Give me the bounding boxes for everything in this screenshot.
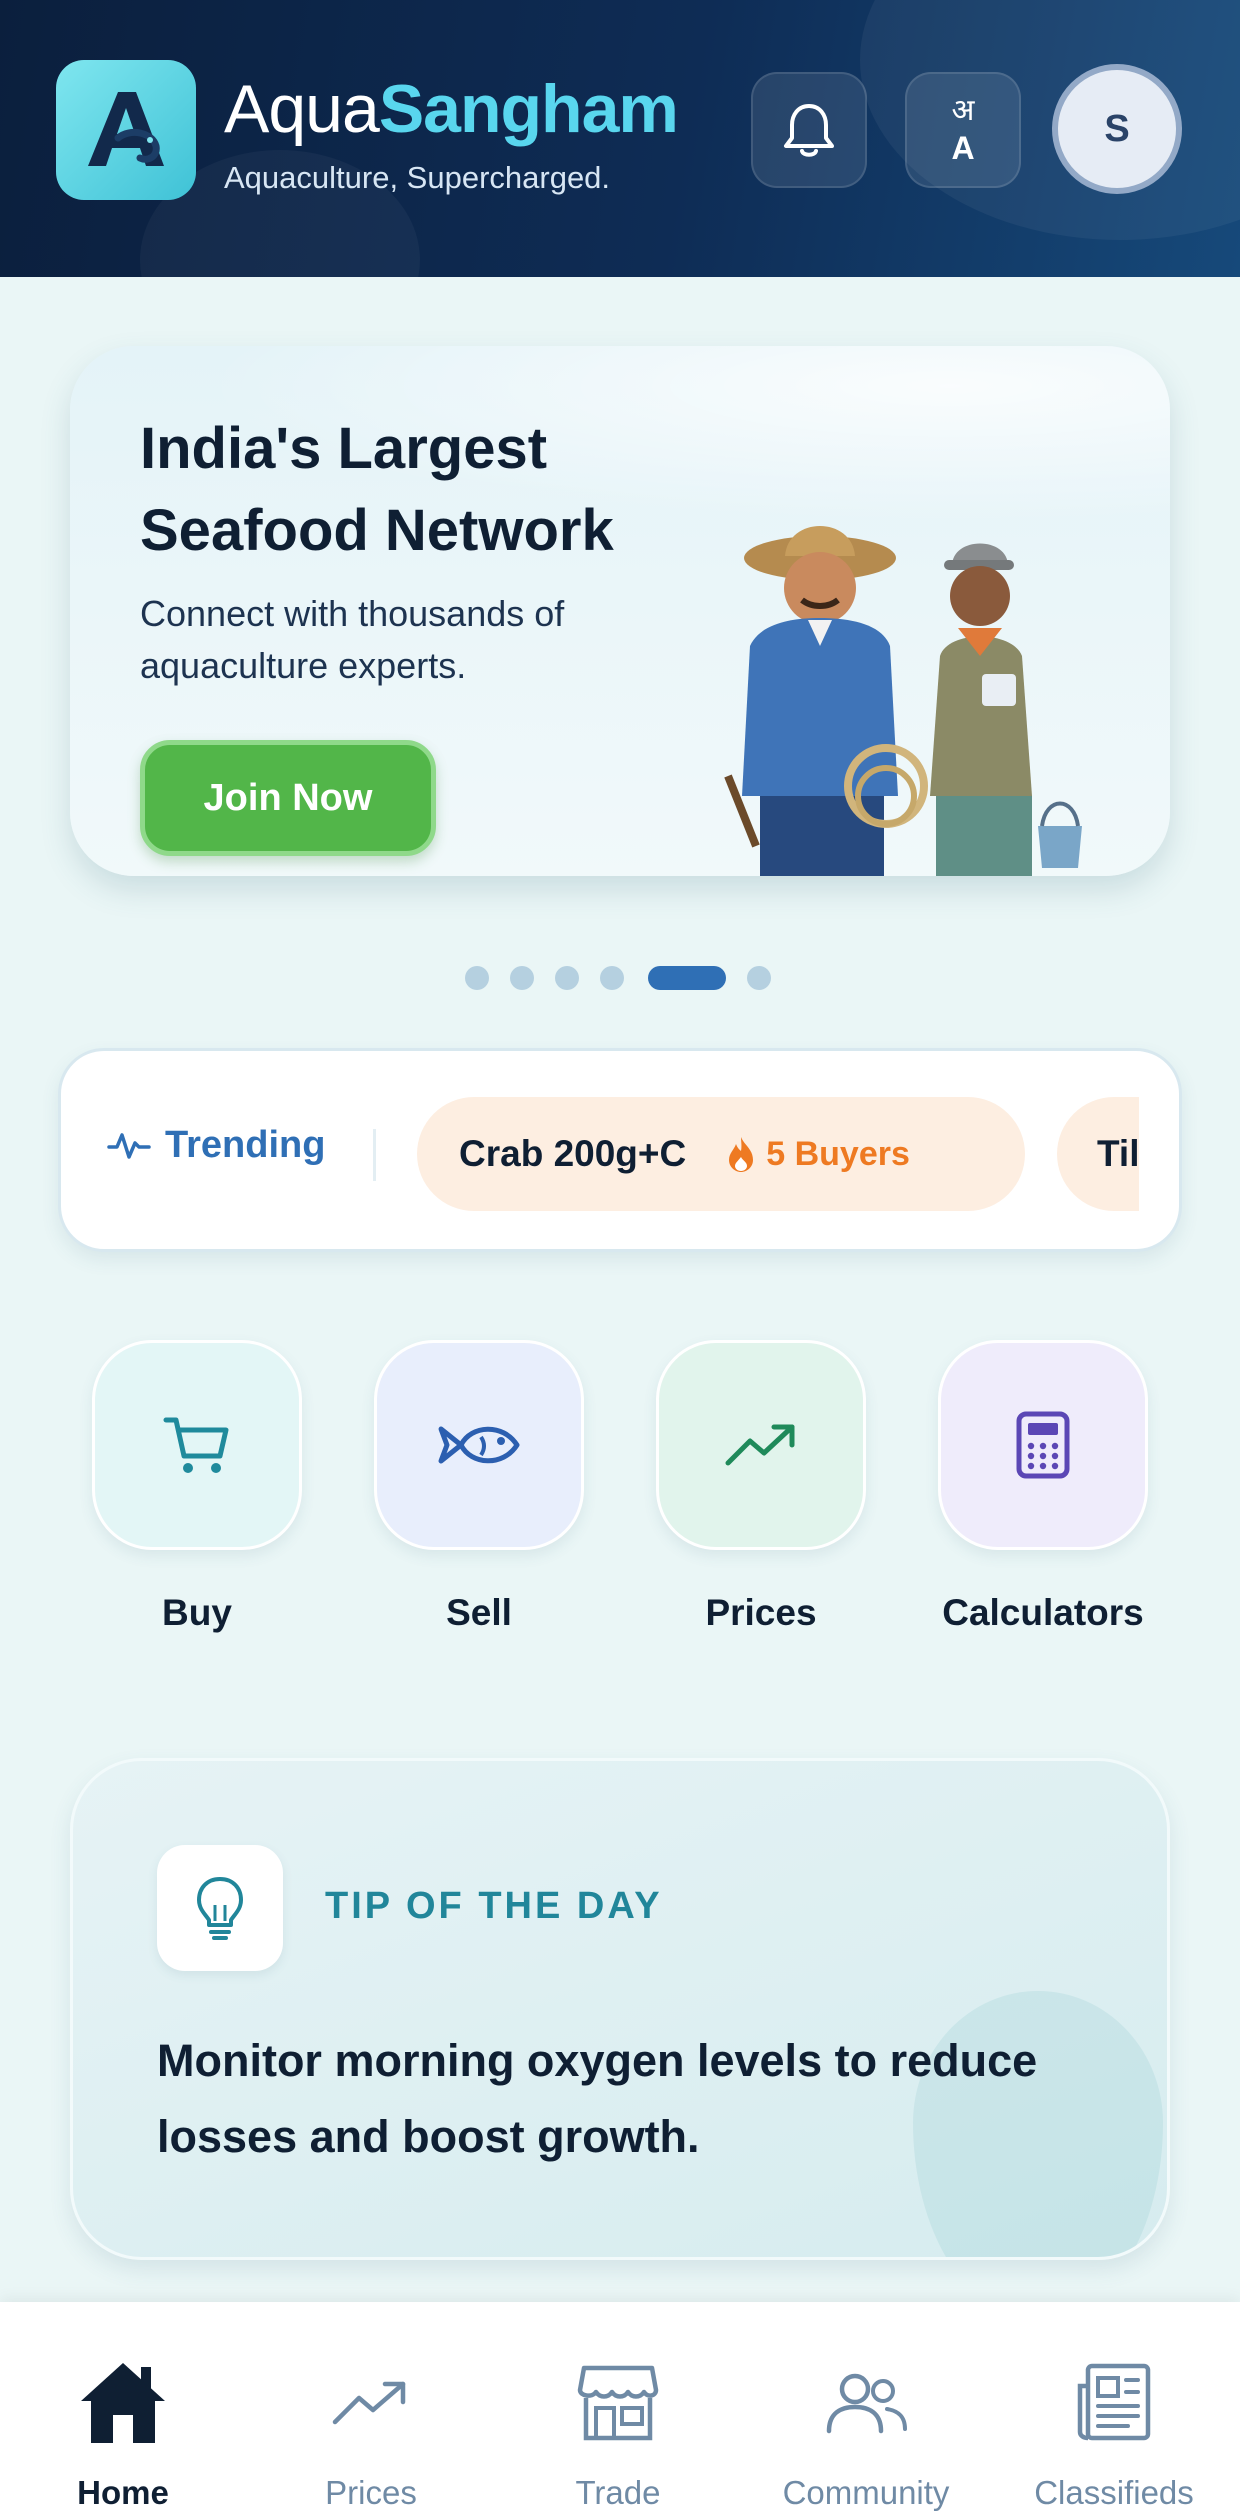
hero-title: India's Largest Seafood Network <box>140 416 614 563</box>
shrimp-a-logo-icon <box>88 92 164 166</box>
trending-item-name: Crab 200g+C <box>459 1133 687 1174</box>
cart-icon <box>163 1417 229 1473</box>
flame-icon <box>729 1137 754 1172</box>
trending-chip[interactable]: Tila <box>1057 1097 1139 1211</box>
language-hindi-glyph: अ <box>951 93 975 128</box>
carousel-dot[interactable] <box>555 966 579 990</box>
hero-subtitle: Connect with thousands of aquaculture ex… <box>140 593 565 686</box>
quick-action-buy[interactable]: Buy <box>92 1340 302 1634</box>
app-logo[interactable] <box>56 60 196 200</box>
fish-icon <box>438 1426 520 1464</box>
quick-action-calculators[interactable]: Calculators <box>938 1340 1148 1634</box>
hero-banner: India's Largest Seafood Network Connect … <box>70 346 1170 876</box>
bell-icon <box>784 104 834 157</box>
nav-item-prices[interactable]: Prices <box>251 2352 491 2512</box>
newspaper-icon <box>1077 2363 1151 2441</box>
nav-item-home[interactable]: Home <box>3 2352 243 2512</box>
calculators-label: Calculators <box>942 1592 1144 1633</box>
store-icon <box>577 2365 659 2441</box>
prices-label: Prices <box>705 1592 817 1633</box>
calculator-icon <box>1016 1411 1070 1479</box>
app-tagline: Aquaculture, Supercharged. <box>224 160 611 195</box>
nav-label-classifieds: Classifieds <box>1034 2474 1194 2511</box>
trending-chips: Crab 200g+C 5 Buyers Tila <box>417 1097 1139 1211</box>
users-icon <box>826 2373 907 2434</box>
app-header: AquaSangham Aquaculture, Supercharged. अ… <box>0 0 1240 277</box>
tip-icon-tile <box>157 1845 283 1971</box>
sell-label: Sell <box>446 1592 512 1633</box>
tip-text: Monitor morning oxygen levels to reduce … <box>157 2035 1038 2162</box>
buy-label: Buy <box>162 1592 232 1633</box>
notifications-button[interactable] <box>751 72 867 188</box>
brand-part-2: Sangham <box>378 71 679 147</box>
language-latin-glyph: A <box>951 130 975 166</box>
nav-label-prices: Prices <box>325 2474 417 2511</box>
trending-buyers-count: 5 Buyers <box>766 1134 910 1173</box>
trending-buyers-badge: 5 Buyers <box>726 1135 910 1174</box>
nav-label-home: Home <box>77 2474 169 2511</box>
buy-tile[interactable] <box>92 1340 302 1550</box>
trending-up-icon <box>332 2381 406 2425</box>
trending-divider <box>373 1129 376 1181</box>
bottom-navigation: Home Prices Trade Community Classifieds <box>0 2302 1240 2514</box>
activity-pulse-icon <box>107 1133 151 1159</box>
nav-item-classifieds[interactable]: Classifieds <box>994 2352 1234 2512</box>
carousel-dot[interactable] <box>465 966 489 990</box>
join-now-button[interactable]: Join Now <box>140 740 436 856</box>
quick-action-prices[interactable]: Prices <box>656 1340 866 1634</box>
nav-label-community: Community <box>782 2474 950 2511</box>
carousel-dot[interactable] <box>600 966 624 990</box>
sell-tile[interactable] <box>374 1340 584 1550</box>
quick-action-sell[interactable]: Sell <box>374 1340 584 1634</box>
tip-heading: TIP OF THE DAY <box>325 1885 663 1927</box>
calculators-tile[interactable] <box>938 1340 1148 1550</box>
nav-item-trade[interactable]: Trade <box>498 2352 738 2512</box>
home-icon <box>81 2363 165 2443</box>
carousel-dot[interactable] <box>747 966 771 990</box>
trending-label: Trending <box>165 1123 326 1166</box>
user-avatar[interactable]: S <box>1052 64 1182 194</box>
trending-chip[interactable]: Crab 200g+C 5 Buyers <box>417 1097 1025 1211</box>
trending-item-name: Tila <box>1097 1133 1139 1174</box>
carousel-indicator <box>0 964 1240 992</box>
trending-up-icon <box>725 1424 795 1466</box>
lightbulb-icon <box>197 1877 243 1940</box>
brand-part-1: Aqua <box>224 71 380 147</box>
carousel-dot[interactable] <box>510 966 534 990</box>
prices-tile[interactable] <box>656 1340 866 1550</box>
fishers-illustration <box>724 526 1082 876</box>
trending-bar: Trending Crab 200g+C 5 Buyers Tila <box>58 1048 1182 1252</box>
nav-label-trade: Trade <box>575 2474 661 2511</box>
trending-label-group: Trending <box>107 1123 325 1167</box>
tip-of-the-day-card[interactable]: TIP OF THE DAY Monitor morning oxygen le… <box>70 1758 1170 2260</box>
language-toggle-button[interactable]: अ A <box>905 72 1021 188</box>
nav-item-community[interactable]: Community <box>746 2352 986 2512</box>
carousel-dot-active[interactable] <box>648 966 726 990</box>
app-title: AquaSangham <box>224 70 679 148</box>
